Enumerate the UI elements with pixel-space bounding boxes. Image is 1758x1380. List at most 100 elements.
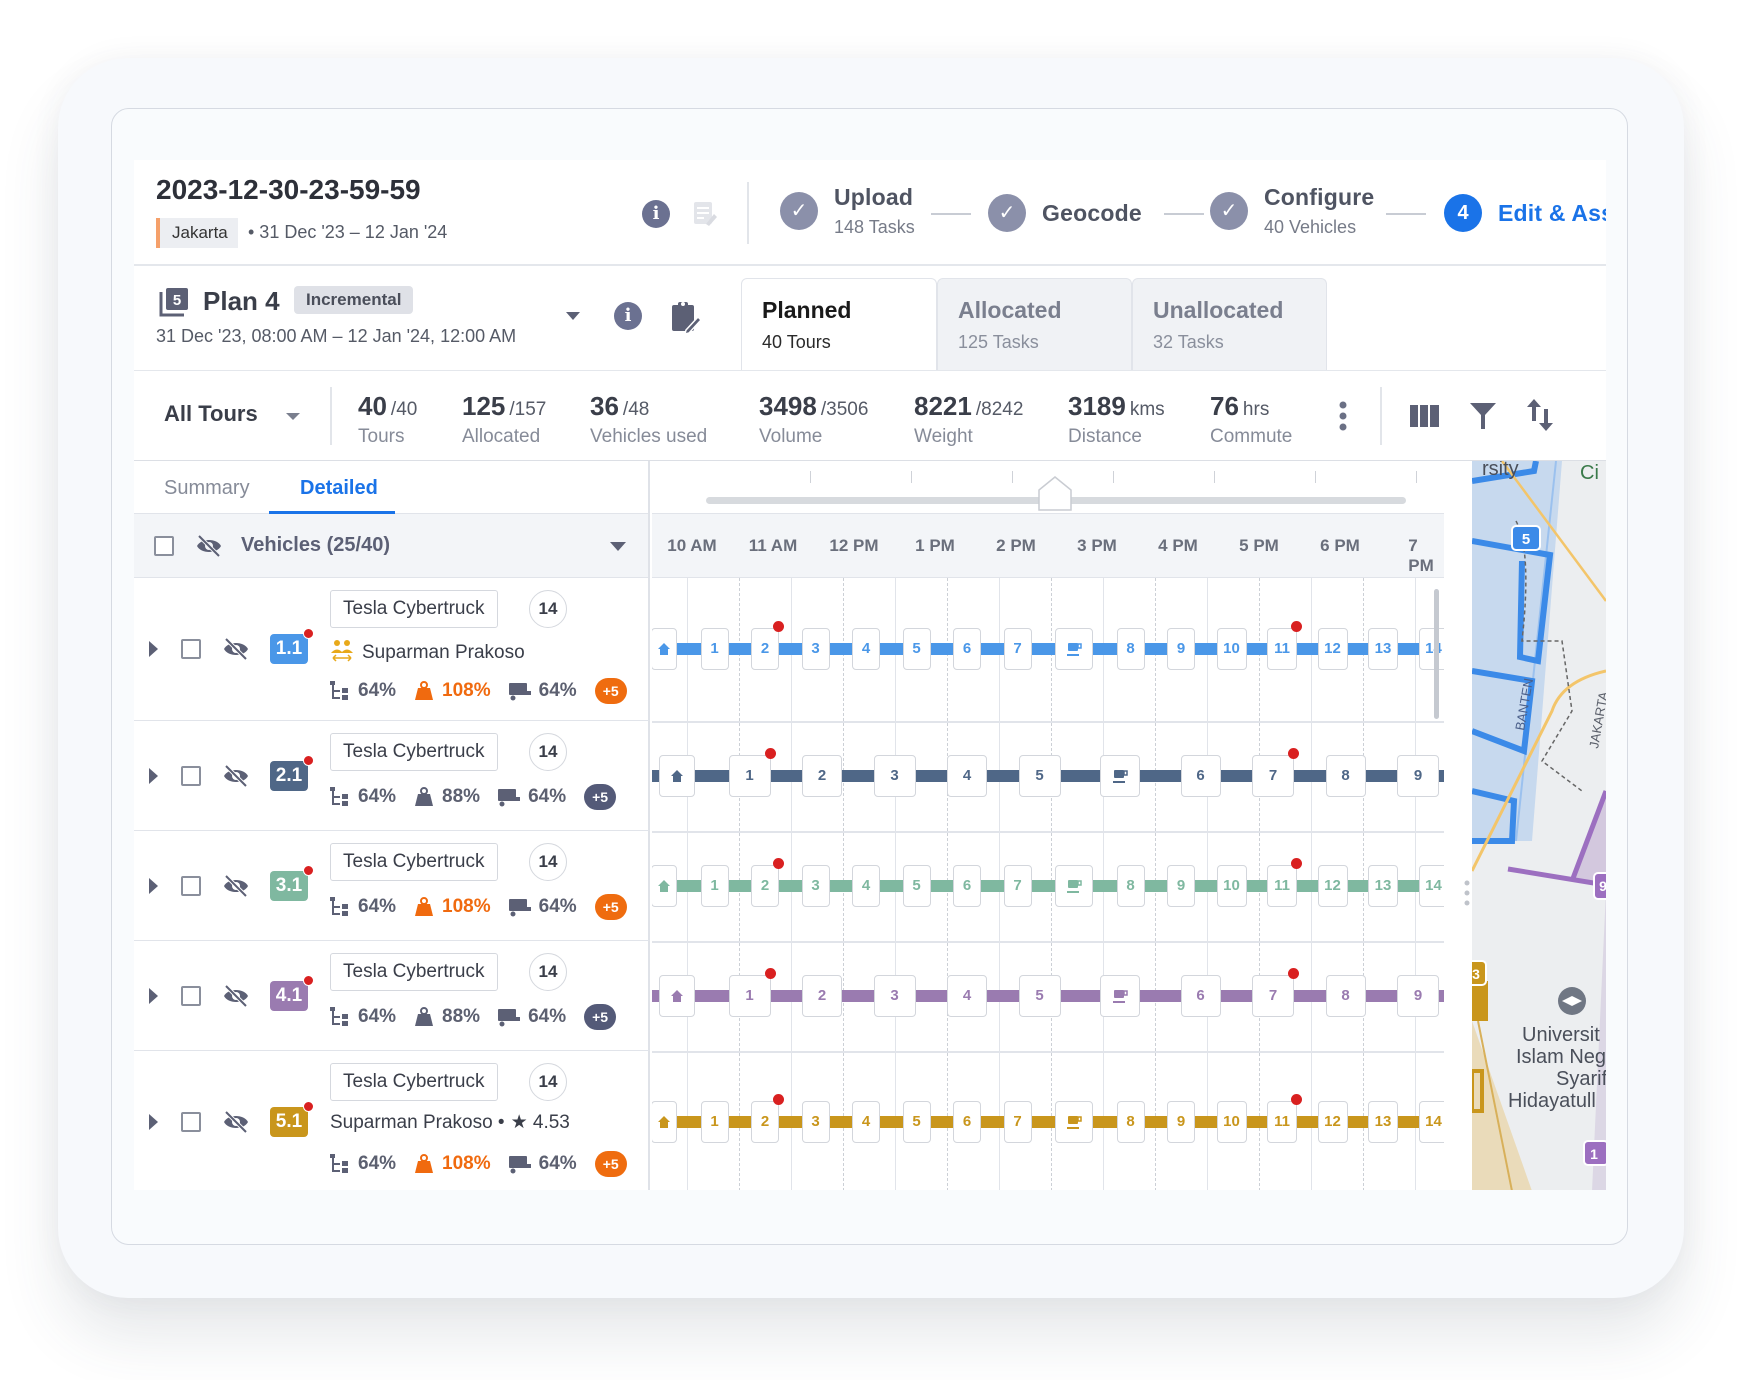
task-stop[interactable]: 12: [1317, 865, 1348, 907]
task-stop[interactable]: 8: [1325, 975, 1366, 1017]
task-stop[interactable]: 8: [1325, 755, 1366, 797]
task-stop[interactable]: 10: [1216, 865, 1247, 907]
vehicle-id-badge[interactable]: 4.1: [270, 975, 314, 1011]
break-stop[interactable]: [1055, 1101, 1093, 1143]
eye-off-icon[interactable]: [196, 534, 222, 563]
map-marker[interactable]: 3: [1472, 960, 1487, 986]
break-stop[interactable]: [1055, 865, 1093, 907]
task-stop[interactable]: 14: [1418, 865, 1444, 907]
task-stop[interactable]: 7: [1003, 1101, 1032, 1143]
route-map[interactable]: 5 9 3 1 rsity Ci BANTEN JAKARTA Universi…: [1472, 461, 1606, 1190]
more-metrics-badge[interactable]: +5: [594, 894, 627, 920]
eye-off-icon[interactable]: [223, 984, 249, 1013]
row-checkbox[interactable]: [181, 876, 201, 896]
vehicles-dropdown-caret[interactable]: [610, 542, 626, 551]
tour-filter-select[interactable]: All Tours: [164, 401, 258, 427]
task-stop[interactable]: 3: [873, 755, 916, 797]
slider-handle[interactable]: [1038, 475, 1072, 516]
vehicle-id-badge[interactable]: 1.1: [270, 628, 314, 664]
task-stop[interactable]: 4: [852, 628, 880, 670]
step-edit-assign[interactable]: 4 Edit & Assi: [1444, 194, 1606, 232]
task-stop[interactable]: 3: [801, 628, 830, 670]
filter-icon[interactable]: [1470, 403, 1496, 434]
task-stop[interactable]: 7: [1003, 865, 1032, 907]
task-stop[interactable]: 4: [947, 755, 987, 797]
tab-planned[interactable]: Planned 40 Tours: [741, 278, 937, 370]
task-stop[interactable]: 9: [1167, 865, 1195, 907]
plan-info-icon[interactable]: i: [614, 302, 642, 330]
task-stop[interactable]: 14: [1418, 1101, 1444, 1143]
eye-off-icon[interactable]: [223, 637, 249, 666]
task-stop[interactable]: 10: [1216, 1101, 1247, 1143]
row-checkbox[interactable]: [181, 766, 201, 786]
expand-arrow-icon[interactable]: [149, 1114, 158, 1130]
task-stop[interactable]: 6: [953, 865, 981, 907]
task-stop[interactable]: 5: [1018, 755, 1061, 797]
depot-stop[interactable]: [652, 628, 677, 670]
vehicle-row[interactable]: 2.1 Tesla Cybertruck 14 64% 88% 64% +5: [134, 721, 650, 831]
map-marker[interactable]: 1: [1583, 1140, 1606, 1166]
task-stop[interactable]: 8: [1116, 628, 1145, 670]
map-marker[interactable]: 5: [1511, 525, 1541, 551]
task-stop[interactable]: 1: [728, 748, 776, 797]
more-options-icon[interactable]: [1338, 401, 1348, 436]
vehicle-name-field[interactable]: Tesla Cybertruck: [330, 733, 498, 771]
resize-handle[interactable]: [1463, 879, 1471, 918]
task-stop[interactable]: 14: [1418, 628, 1444, 670]
more-metrics-badge[interactable]: +5: [594, 678, 627, 704]
step-configure[interactable]: ✓ Configure 40 Vehicles: [1210, 184, 1374, 238]
driver-name[interactable]: Suparman Prakoso • ★ 4.53: [330, 1111, 570, 1134]
expand-arrow-icon[interactable]: [149, 641, 158, 657]
task-stop[interactable]: 4: [852, 1101, 880, 1143]
more-metrics-badge[interactable]: +5: [594, 1151, 627, 1177]
task-stop[interactable]: 2: [802, 755, 842, 797]
task-stop[interactable]: 4: [947, 975, 987, 1017]
task-stop[interactable]: 12: [1317, 1101, 1348, 1143]
task-stop[interactable]: 11: [1267, 621, 1302, 670]
tab-allocated[interactable]: Allocated 125 Tasks: [937, 278, 1132, 370]
task-stop[interactable]: 8: [1116, 1101, 1145, 1143]
task-stop[interactable]: 12: [1317, 628, 1348, 670]
plan-dropdown-caret[interactable]: [566, 312, 580, 320]
vehicle-id-badge[interactable]: 5.1: [270, 1101, 314, 1137]
task-stop[interactable]: 2: [751, 1094, 784, 1143]
task-stop[interactable]: 1: [700, 865, 729, 907]
columns-icon[interactable]: [1410, 405, 1440, 432]
break-stop[interactable]: [1100, 975, 1140, 1017]
task-stop[interactable]: 2: [751, 858, 784, 907]
edit-list-icon[interactable]: [692, 200, 718, 228]
task-stop[interactable]: 9: [1167, 628, 1195, 670]
vehicle-row[interactable]: 3.1 Tesla Cybertruck 14 64% 108% 64% +5: [134, 831, 650, 941]
vehicle-row[interactable]: 4.1 Tesla Cybertruck 14 64% 88% 64% +5: [134, 941, 650, 1051]
eye-off-icon[interactable]: [223, 764, 249, 793]
vehicle-name-field[interactable]: Tesla Cybertruck: [330, 843, 498, 881]
tab-unallocated[interactable]: Unallocated 32 Tasks: [1132, 278, 1327, 370]
depot-stop[interactable]: [659, 755, 695, 797]
task-stop[interactable]: 2: [751, 621, 784, 670]
task-stop[interactable]: 5: [902, 1101, 931, 1143]
info-icon[interactable]: i: [642, 200, 670, 228]
task-stop[interactable]: 2: [802, 975, 842, 1017]
map-marker[interactable]: 9: [1593, 872, 1606, 900]
task-stop[interactable]: 1: [700, 1101, 729, 1143]
task-stop[interactable]: 1: [700, 628, 729, 670]
eye-off-icon[interactable]: [223, 874, 249, 903]
vehicle-name-field[interactable]: Tesla Cybertruck: [330, 953, 498, 991]
task-stop[interactable]: 3: [873, 975, 916, 1017]
task-stop[interactable]: 3: [801, 1101, 830, 1143]
step-geocode[interactable]: ✓ Geocode: [988, 194, 1142, 232]
expand-arrow-icon[interactable]: [149, 768, 158, 784]
task-stop[interactable]: 8: [1116, 865, 1145, 907]
task-stop[interactable]: 11: [1267, 1094, 1302, 1143]
task-stop[interactable]: 6: [953, 1101, 981, 1143]
chevron-down-icon[interactable]: [286, 413, 300, 420]
select-all-checkbox[interactable]: [154, 536, 174, 556]
expand-arrow-icon[interactable]: [149, 878, 158, 894]
task-stop[interactable]: 5: [1018, 975, 1061, 1017]
task-stop[interactable]: 13: [1368, 628, 1398, 670]
vehicle-name-field[interactable]: Tesla Cybertruck: [330, 590, 498, 628]
break-stop[interactable]: [1100, 755, 1140, 797]
task-stop[interactable]: 10: [1216, 628, 1247, 670]
plan-edit-icon[interactable]: [670, 300, 703, 339]
task-stop[interactable]: 5: [902, 865, 931, 907]
